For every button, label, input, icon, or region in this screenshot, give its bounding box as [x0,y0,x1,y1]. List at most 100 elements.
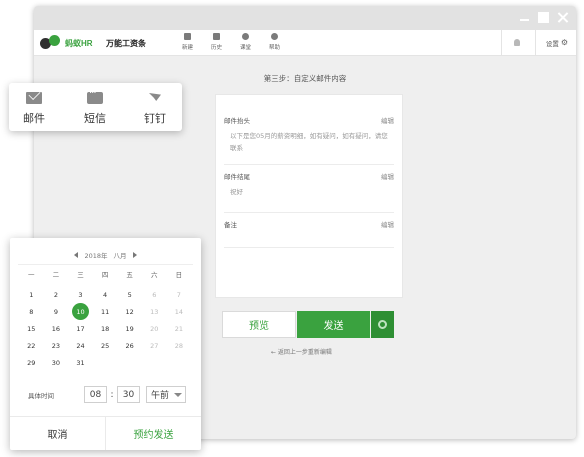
nav-item-history[interactable]: 历史 [207,33,226,51]
back-link[interactable]: ← 返回上一步重新编辑 [271,347,332,356]
send-button[interactable]: 发送 [297,311,370,338]
settings-button[interactable]: 设置 ⚙ [545,38,568,49]
channel-mail[interactable]: 邮件 [12,92,56,126]
calendar-day[interactable]: 18 [93,320,118,337]
sms-icon [87,88,103,104]
cancel-button[interactable]: 取消 [10,417,106,450]
calendar-day-number: 11 [100,307,110,316]
calendar-day-selected[interactable]: 10 [68,303,93,320]
title-bar [34,6,576,30]
logo: 蚂蚁HR [40,35,93,51]
nav-item-classroom[interactable]: 课堂 [236,33,255,51]
minute-input[interactable]: 30 [117,386,140,403]
calendar-day-number: 26 [125,341,134,350]
calendar-day-number: 14 [174,307,183,316]
calendar-footer: 取消 预约发送 [10,416,201,450]
calendar-day[interactable]: 29 [19,354,44,371]
calendar-day[interactable]: 5 [117,286,142,303]
remark-label: 备注 [224,221,237,229]
mail-footer-section: 邮件结尾 编辑 祝好 [224,171,394,198]
calendar-day[interactable]: 23 [44,337,69,354]
mail-header-edit-link[interactable]: 编辑 [381,115,394,125]
calendar-day[interactable]: 7 [167,286,192,303]
history-icon [213,33,220,40]
calendar-day[interactable]: 30 [44,354,69,371]
calendar-day-number: 7 [176,290,181,299]
calendar-day[interactable]: 26 [117,337,142,354]
maximize-icon[interactable] [538,12,549,23]
calendar-day-number: 10 [71,303,89,320]
mail-header-section: 邮件抬头 编辑 以下是您05月的薪资明细，如有疑问，如有疑问，请您联系 [224,115,394,154]
calendar-day-number: 27 [150,341,159,350]
mail-footer-text: 祝好 [230,188,243,196]
calendar-day[interactable]: 12 [117,303,142,320]
calendar-day[interactable]: 15 [19,320,44,337]
clock-icon [378,320,387,329]
calendar-day[interactable]: 9 [44,303,69,320]
calendar-day[interactable]: 24 [68,337,93,354]
mail-footer-edit-link[interactable]: 编辑 [381,171,394,181]
nav-item-new[interactable]: 新建 [178,33,197,51]
calendar-day[interactable]: 14 [167,303,192,320]
divider [224,212,394,213]
calendar-day[interactable]: 31 [68,354,93,371]
nav-label: 历史 [210,45,222,51]
close-icon[interactable] [557,12,568,23]
calendar-day[interactable]: 11 [93,303,118,320]
prev-month-icon[interactable] [74,252,79,258]
calendar-day-number: 24 [76,341,85,350]
preview-button[interactable]: 预览 [222,311,296,338]
calendar-day[interactable]: 20 [142,320,167,337]
weekday-label: 三 [77,271,84,279]
calendar-day[interactable]: 27 [142,337,167,354]
calendar-day[interactable]: 21 [167,320,192,337]
channel-label: 邮件 [23,112,45,125]
calendar-day[interactable]: 3 [68,286,93,303]
logo-icon [40,35,62,51]
channel-dingtalk[interactable]: 钉钉 [133,92,177,126]
classroom-icon [242,33,249,40]
bell-icon[interactable] [514,39,520,46]
time-separator: : [110,389,114,400]
new-doc-icon [184,33,191,40]
calendar-day[interactable]: 6 [142,286,167,303]
calendar-day[interactable]: 4 [93,286,118,303]
minimize-icon[interactable] [519,12,530,23]
weekday-label: 六 [151,271,158,279]
calendar-day-number: 21 [174,324,183,333]
calendar-day[interactable]: 19 [117,320,142,337]
calendar-day[interactable]: 2 [44,286,69,303]
schedule-calendar: 2018年 八月 一 二 三 四 五 六 日 1 2 3 4 5 6 7 8 9 10 11 12 13… [10,238,201,450]
nav-item-help[interactable]: 帮助 [265,33,284,51]
calendar-day[interactable]: 16 [44,320,69,337]
calendar-day-number: 4 [103,290,108,299]
calendar-day-number: 17 [76,324,85,333]
mail-icon [26,92,42,104]
calendar-day[interactable]: 25 [93,337,118,354]
calendar-day-number: 18 [100,324,110,333]
calendar-day-number: 23 [51,341,61,350]
calendar-day[interactable]: 13 [142,303,167,320]
weekday-row: 一 二 三 四 五 六 日 [19,269,191,279]
schedule-send-confirm-button[interactable]: 预约发送 [106,417,201,450]
weekday-label: 一 [28,271,35,279]
calendar-day[interactable]: 8 [19,303,44,320]
calendar-month: 八月 [113,252,127,260]
nav-label: 帮助 [268,45,280,51]
settings-label: 设置 [545,40,559,48]
schedule-send-button[interactable] [371,311,394,338]
ampm-select[interactable]: 午前 [146,386,186,403]
next-month-icon[interactable] [132,252,137,258]
calendar-day[interactable]: 17 [68,320,93,337]
calendar-year: 2018年 [84,252,108,260]
calendar-day-number: 9 [53,307,58,316]
weekday-label: 日 [175,271,183,279]
calendar-day[interactable]: 22 [19,337,44,354]
calendar-day[interactable]: 1 [19,286,44,303]
calendar-day-number: 2 [53,290,58,299]
calendar-day[interactable]: 28 [167,337,192,354]
hour-input[interactable]: 08 [84,386,107,403]
day-grid: 1 2 3 4 5 6 7 8 9 10 11 12 13 14 15 16 17 18 19 20 21 22 23 24 2… [19,286,192,371]
channel-sms[interactable]: 短信 [73,88,117,126]
remark-edit-link[interactable]: 编辑 [381,219,394,229]
